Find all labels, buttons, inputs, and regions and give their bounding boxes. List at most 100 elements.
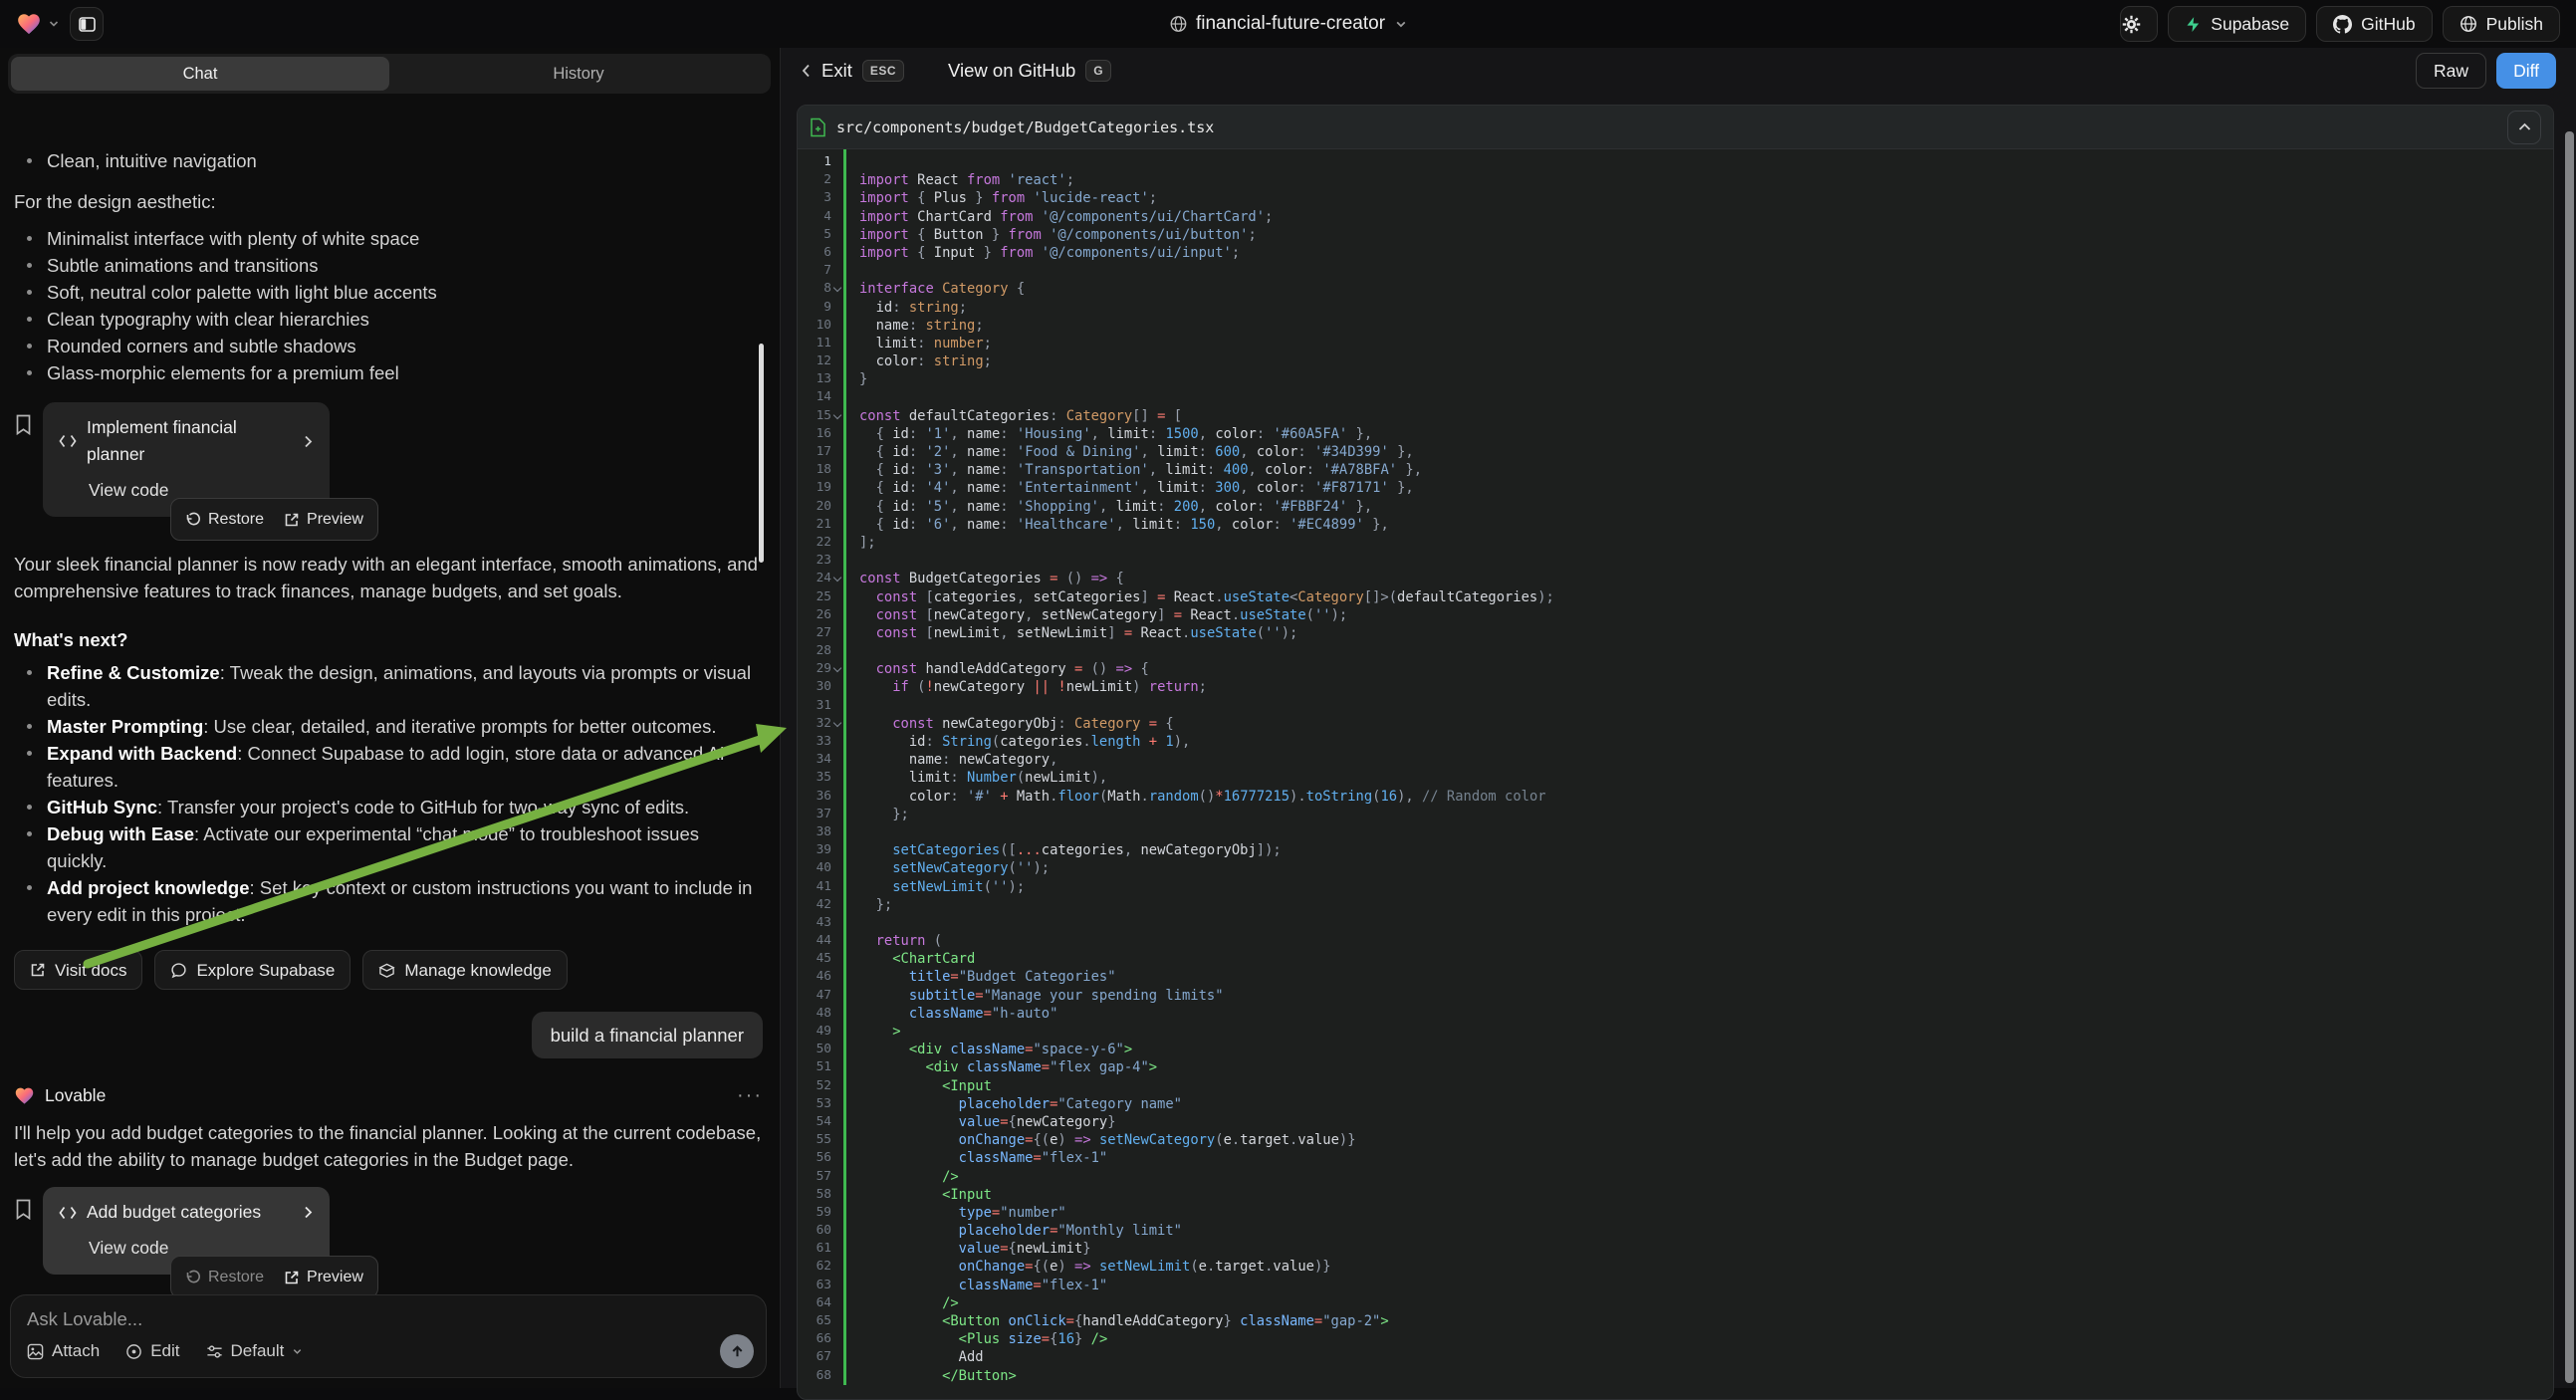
fold-chevron-icon[interactable] xyxy=(833,410,841,418)
preview-button[interactable]: Preview xyxy=(284,506,363,533)
line-number: 53 xyxy=(798,1095,831,1113)
code-line: 50 <div className="space-y-6"> xyxy=(798,1041,2553,1058)
line-number: 5 xyxy=(798,226,831,244)
chevron-right-icon xyxy=(303,1205,314,1220)
line-number: 15 xyxy=(798,407,831,425)
list-item-text: : Use clear, detailed, and iterative pro… xyxy=(203,716,716,737)
sliders-icon xyxy=(206,1343,223,1360)
chevron-right-icon xyxy=(303,434,314,449)
line-number: 19 xyxy=(798,479,831,497)
explore-supabase-button[interactable]: Explore Supabase xyxy=(154,950,351,990)
publish-button[interactable]: Publish xyxy=(2443,6,2560,42)
diff-button[interactable]: Diff xyxy=(2496,53,2556,89)
tab-chat[interactable]: Chat xyxy=(11,57,389,91)
code-line: 36 color: '#' + Math.floor(Math.random()… xyxy=(798,788,2553,806)
github-label: GitHub xyxy=(2361,14,2415,35)
more-menu-icon[interactable]: ··· xyxy=(737,1082,763,1109)
line-number: 54 xyxy=(798,1113,831,1131)
file-header[interactable]: src/components/budget/BudgetCategories.t… xyxy=(798,106,2553,149)
toggle-sidebar-button[interactable] xyxy=(70,7,104,41)
line-number: 16 xyxy=(798,425,831,443)
code-line: 66 <Plus size={16} /> xyxy=(798,1330,2553,1348)
assistant-paragraph: I'll help you add budget categories to t… xyxy=(14,1119,763,1173)
restore-button[interactable]: Restore xyxy=(185,1264,264,1290)
chat-scrollbar[interactable] xyxy=(759,344,764,563)
fold-chevron-icon[interactable] xyxy=(833,574,841,582)
list-item: Glass-morphic elements for a premium fee… xyxy=(14,359,763,386)
visit-docs-label: Visit docs xyxy=(55,957,126,984)
code-line: 45 <ChartCard xyxy=(798,950,2553,968)
exit-button[interactable]: Exit ESC xyxy=(801,60,904,82)
bookmark-icon xyxy=(14,414,33,435)
fold-chevron-icon[interactable] xyxy=(833,664,841,672)
line-number: 29 xyxy=(798,660,831,678)
fold-chevron-icon[interactable] xyxy=(833,719,841,727)
restore-icon xyxy=(185,1270,201,1285)
line-number: 46 xyxy=(798,968,831,986)
lovable-logo-menu[interactable] xyxy=(16,11,60,37)
chat-panel: Chat History Clean, intuitive navigation… xyxy=(0,48,779,1388)
code-line: 26 const [newCategory, setNewCategory] =… xyxy=(798,606,2553,624)
code-line: 24const BudgetCategories = () => { xyxy=(798,570,2553,587)
chevron-left-icon xyxy=(801,63,812,79)
globe-icon xyxy=(1169,15,1187,33)
code-line: 29 const handleAddCategory = () => { xyxy=(798,660,2553,678)
line-number: 34 xyxy=(798,751,831,769)
restore-label: Restore xyxy=(208,1264,264,1290)
supabase-button[interactable]: Supabase xyxy=(2168,6,2306,42)
restore-button[interactable]: Restore xyxy=(185,506,264,533)
version-card-add-budget-categories[interactable]: Add budget categories View code Restore xyxy=(43,1187,330,1275)
code-line: 42 }; xyxy=(798,896,2553,914)
line-number: 62 xyxy=(798,1258,831,1276)
github-button[interactable]: GitHub xyxy=(2316,6,2432,42)
design-heading: For the design aesthetic: xyxy=(14,188,763,215)
line-number: 3 xyxy=(798,189,831,207)
list-item: Rounded corners and subtle shadows xyxy=(14,333,763,359)
manage-knowledge-button[interactable]: Manage knowledge xyxy=(362,950,567,990)
mode-selector[interactable]: Default xyxy=(206,1341,304,1361)
line-number: 22 xyxy=(798,534,831,552)
line-number: 56 xyxy=(798,1149,831,1167)
collapse-file-button[interactable] xyxy=(2507,111,2541,144)
composer-input[interactable]: Ask Lovable... xyxy=(27,1308,750,1330)
version-card-actions: Restore Preview xyxy=(170,498,378,541)
exit-label: Exit xyxy=(821,60,852,82)
version-card-implement-financial-planner[interactable]: Implement financial planner View code Re… xyxy=(43,402,330,517)
code-line: 48 className="h-auto" xyxy=(798,1005,2553,1023)
fold-chevron-icon[interactable] xyxy=(833,284,841,292)
line-number: 42 xyxy=(798,896,831,914)
preview-label: Preview xyxy=(307,1264,363,1290)
list-item-label: Master Prompting xyxy=(47,716,203,737)
list-item-label: Debug with Ease xyxy=(47,823,194,844)
line-number: 44 xyxy=(798,932,831,950)
view-on-github-button[interactable]: View on GitHub G xyxy=(948,60,1111,82)
attach-button[interactable]: Attach xyxy=(27,1341,100,1361)
raw-button[interactable]: Raw xyxy=(2416,53,2486,89)
edit-button[interactable]: Edit xyxy=(125,1341,179,1361)
code-line: 59 type="number" xyxy=(798,1204,2553,1222)
top-bar: financial-future-creator Supabase xyxy=(0,0,2576,48)
line-number: 24 xyxy=(798,570,831,587)
project-selector[interactable]: financial-future-creator xyxy=(1169,13,1407,35)
line-number: 63 xyxy=(798,1277,831,1294)
code-line: 51 <div className="flex gap-4"> xyxy=(798,1058,2553,1076)
version-card-actions: Restore Preview xyxy=(170,1256,378,1296)
code-line: 38 xyxy=(798,823,2553,841)
window-scrollbar[interactable] xyxy=(2565,131,2574,1383)
preview-label: Preview xyxy=(307,506,363,533)
target-icon xyxy=(125,1343,142,1360)
line-number: 32 xyxy=(798,715,831,733)
publish-label: Publish xyxy=(2486,14,2543,35)
settings-button[interactable] xyxy=(2120,6,2158,42)
visit-docs-button[interactable]: Visit docs xyxy=(14,950,142,990)
list-item: Master Prompting: Use clear, detailed, a… xyxy=(14,713,763,740)
line-number: 23 xyxy=(798,552,831,570)
line-number: 40 xyxy=(798,859,831,877)
list-item: GitHub Sync: Transfer your project's cod… xyxy=(14,794,763,820)
mode-label: Default xyxy=(231,1341,285,1361)
preview-button[interactable]: Preview xyxy=(284,1264,363,1290)
send-button[interactable] xyxy=(720,1334,754,1368)
tab-history[interactable]: History xyxy=(389,57,768,91)
line-number: 12 xyxy=(798,352,831,370)
code-line: 13} xyxy=(798,370,2553,388)
